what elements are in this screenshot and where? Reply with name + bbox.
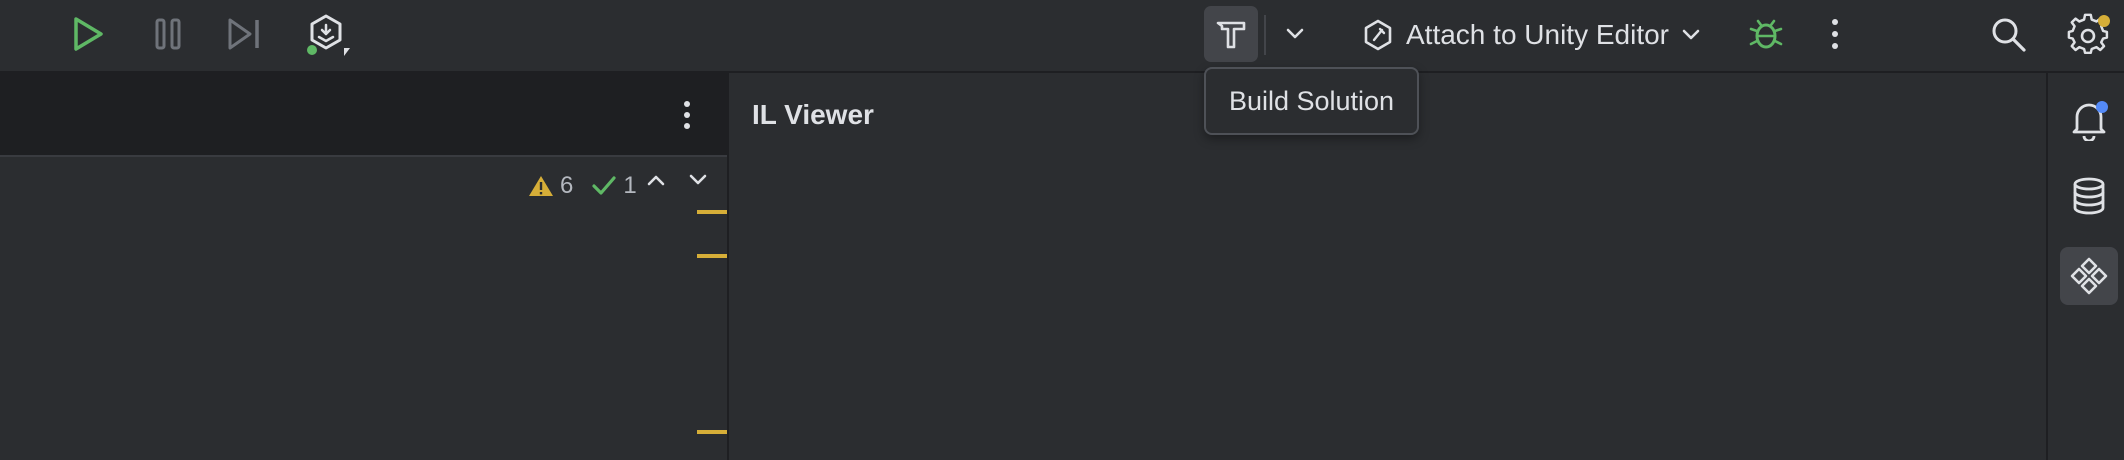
build-solution-button[interactable] [1204, 6, 1258, 62]
warning-marker[interactable] [697, 430, 727, 434]
run-configuration-selector[interactable]: Attach to Unity Editor [1362, 12, 1701, 58]
editor-panel: 6 1 [0, 73, 727, 460]
inspection-widget[interactable]: 6 1 [528, 169, 647, 203]
right-tool-strip [2046, 73, 2124, 460]
chevron-down-icon [1682, 29, 1700, 40]
notifications-icon[interactable] [2060, 91, 2118, 149]
bug-icon[interactable] [1746, 14, 1786, 54]
build-dropdown-chevron-icon[interactable] [1280, 18, 1310, 50]
structure-icon[interactable] [2060, 247, 2118, 305]
search-icon[interactable] [1988, 14, 2030, 56]
pause-icon[interactable] [148, 14, 188, 54]
run-config-label: Attach to Unity Editor [1406, 19, 1670, 50]
unity-icon[interactable] [304, 12, 352, 60]
inspection-navigation [646, 173, 708, 187]
il-viewer-title: IL Viewer [752, 99, 874, 130]
chevron-down-icon[interactable] [688, 173, 708, 187]
warning-icon [529, 176, 553, 196]
chevron-up-icon[interactable] [646, 173, 666, 187]
more-actions-kebab-icon[interactable] [1820, 14, 1850, 54]
build-solution-tooltip: Build Solution [1204, 67, 1419, 135]
database-icon[interactable] [2060, 167, 2118, 225]
toolbar-separator [1264, 15, 1266, 55]
play-icon[interactable] [68, 14, 108, 54]
editor-tab-bar [0, 73, 727, 157]
warnings-indicator[interactable]: 6 [528, 172, 573, 200]
editor-options-kebab-icon[interactable] [672, 95, 702, 135]
hammer-icon [1216, 21, 1246, 49]
step-over-icon[interactable] [224, 14, 264, 54]
unity-attach-icon [1364, 19, 1392, 51]
checkmark-icon [592, 176, 616, 195]
warnings-count: 6 [560, 172, 574, 199]
ok-indicator[interactable]: 1 [591, 172, 637, 200]
warning-marker[interactable] [697, 254, 727, 258]
ok-count: 1 [623, 172, 637, 199]
warning-marker[interactable] [697, 210, 727, 214]
gear-icon[interactable] [2066, 12, 2112, 58]
main-toolbar: Attach to Unity Editor [0, 0, 2124, 73]
